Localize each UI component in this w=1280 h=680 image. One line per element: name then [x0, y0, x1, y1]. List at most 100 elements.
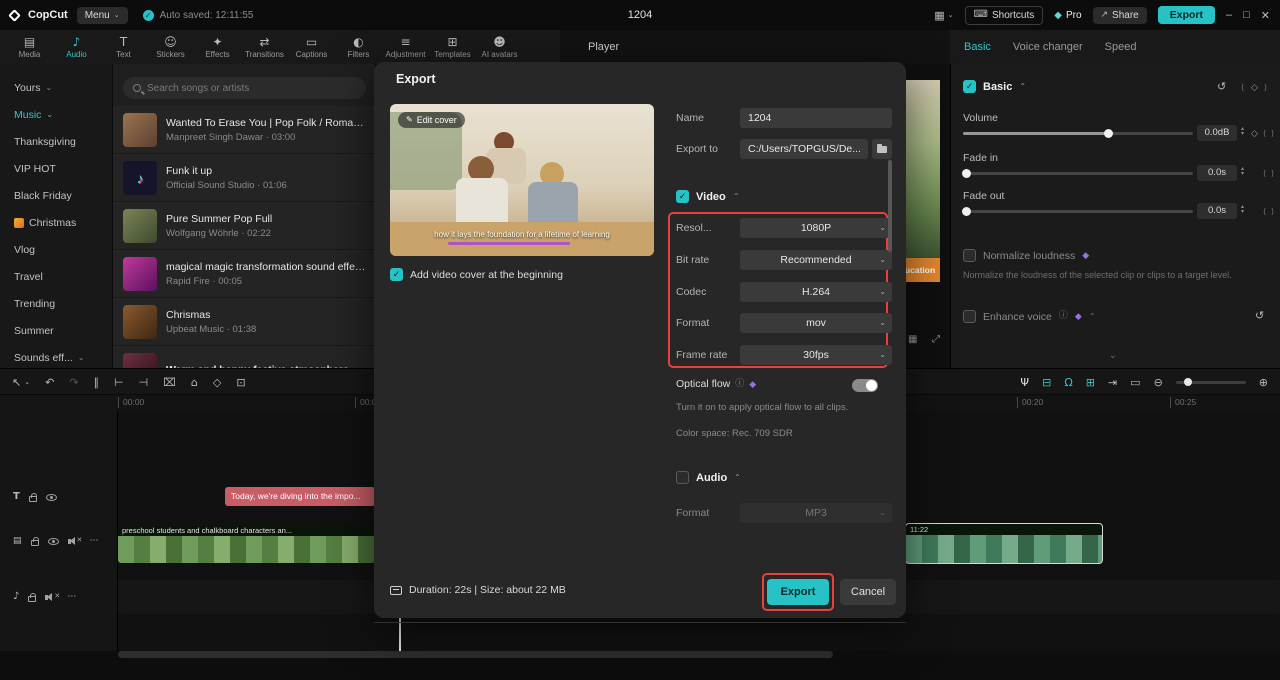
song-row[interactable]: Chrismas Upbeat Music · 01:38: [113, 298, 375, 346]
fullscreen-icon[interactable]: ⤢: [932, 335, 940, 345]
tool-captions[interactable]: ▭ Captions: [288, 30, 335, 64]
tool-templates[interactable]: ⊞ Templates: [429, 30, 476, 64]
reset-icon[interactable]: ↺: [1217, 81, 1226, 92]
enhance-voice-checkbox[interactable]: [963, 310, 976, 323]
delete-left-icon[interactable]: ⊢: [114, 377, 124, 388]
fade-in-slider[interactable]: [962, 169, 1193, 178]
redo-icon[interactable]: ↷: [69, 377, 78, 388]
name-input[interactable]: [740, 108, 892, 128]
volume-slider-handle[interactable]: [1104, 129, 1113, 138]
tool-transitions[interactable]: ⇄ Transitions: [241, 30, 288, 64]
browse-folder-button[interactable]: [872, 139, 892, 159]
sidebar-item-music[interactable]: Music ⌄: [0, 101, 112, 128]
lock-icon[interactable]: [28, 492, 37, 502]
menu-button[interactable]: Menu ⌄: [76, 6, 128, 24]
aspect-ratio-icon[interactable]: ▦: [908, 335, 917, 345]
song-thumbnail[interactable]: [123, 256, 157, 291]
dialog-scrollbar[interactable]: [888, 160, 892, 252]
song-row[interactable]: Pure Summer Pop Full Wolfgang Wöhrle · 02…: [113, 202, 375, 250]
keyframe-icon[interactable]: ◇: [1251, 82, 1258, 93]
scrollbar-thumb[interactable]: [118, 651, 833, 658]
codec-dropdown[interactable]: H.264 ⌄: [740, 282, 892, 302]
song-thumbnail[interactable]: [123, 352, 157, 368]
timeline-zoom-slider[interactable]: [1175, 378, 1246, 386]
audio-format-dropdown[interactable]: MP3 ⌄: [740, 503, 892, 523]
collapse-icon[interactable]: ⌃: [1019, 82, 1026, 91]
sidebar-item-vip-hot[interactable]: VIP HOT: [0, 155, 112, 182]
mic-record-icon[interactable]: Ψ: [1020, 377, 1029, 388]
export-path-input[interactable]: [740, 139, 868, 159]
mask-icon[interactable]: ⌂: [191, 377, 198, 388]
snap-edge-icon[interactable]: ⇥: [1108, 377, 1117, 388]
visibility-eye-icon[interactable]: [47, 537, 59, 545]
topbar-export-button[interactable]: Export: [1157, 6, 1215, 24]
select-tool[interactable]: ↖ ⌄: [12, 377, 30, 388]
scroll-more-icon[interactable]: ⌄: [1109, 352, 1117, 361]
prev-keyframe-icon[interactable]: ⟨: [1241, 83, 1244, 92]
tool-effects[interactable]: ✦ Effects: [194, 30, 241, 64]
volume-stepper[interactable]: ▴ ▾: [1241, 126, 1244, 137]
sidebar-item-travel[interactable]: Travel: [0, 263, 112, 290]
export-confirm-button[interactable]: Export: [767, 579, 829, 605]
prev-keyframe-icon[interactable]: ⟨: [1263, 169, 1266, 178]
optical-flow-toggle[interactable]: [852, 379, 878, 392]
minimize-button[interactable]: –: [1226, 9, 1232, 21]
tool-text[interactable]: T Text: [100, 30, 147, 64]
tab-basic[interactable]: Basic: [964, 41, 991, 53]
magnet-snap-icon[interactable]: Ω: [1064, 377, 1072, 388]
fade-in-stepper[interactable]: ▴ ▾: [1241, 166, 1244, 177]
song-row[interactable]: Wanted To Erase You | Pop Folk / Romanti…: [113, 106, 375, 154]
tool-stickers[interactable]: ☺ Stickers: [147, 30, 194, 64]
fade-in-value[interactable]: 0.0s: [1197, 165, 1237, 181]
share-button[interactable]: ↗ Share: [1092, 6, 1147, 24]
layout-switcher[interactable]: ▦ ⌄: [934, 10, 953, 21]
video-clip-selected[interactable]: 11:22: [905, 523, 1103, 564]
timeline-horizontal-scrollbar[interactable]: [118, 651, 1280, 658]
video-preview[interactable]: [905, 80, 940, 258]
visibility-eye-icon[interactable]: [45, 493, 57, 501]
song-thumbnail[interactable]: [123, 208, 157, 243]
sidebar-item-black-friday[interactable]: Black Friday: [0, 182, 112, 209]
tool-adjustment[interactable]: ≡ Adjustment: [382, 30, 429, 64]
framerate-dropdown[interactable]: 30fps ⌄: [740, 345, 892, 365]
tab-speed[interactable]: Speed: [1105, 41, 1137, 53]
fade-out-stepper[interactable]: ▴ ▾: [1241, 204, 1244, 215]
collapse-icon[interactable]: ⌃: [733, 192, 740, 201]
next-keyframe-icon[interactable]: ⟩: [1271, 207, 1274, 216]
zoom-in-icon[interactable]: ⊕: [1259, 377, 1268, 388]
keyframe-icon[interactable]: ◇: [1251, 128, 1258, 139]
timeline-zoom-handle[interactable]: [1183, 378, 1192, 386]
fade-out-slider[interactable]: [962, 207, 1193, 216]
song-thumbnail[interactable]: [123, 304, 157, 339]
lock-icon[interactable]: [30, 536, 39, 546]
sidebar-item-summer[interactable]: Summer: [0, 317, 112, 344]
chroma-key-icon[interactable]: ◇: [213, 377, 221, 388]
sidebar-item-sound-effects[interactable]: Sounds eff... ⌄: [0, 344, 112, 371]
preview-axis-icon[interactable]: ▭: [1130, 377, 1140, 388]
split-icon[interactable]: ∥: [94, 377, 100, 388]
tool-filters[interactable]: ◐ Filters: [335, 30, 382, 64]
basic-section-checkbox[interactable]: ✓: [963, 80, 976, 93]
sidebar-item-thanksgiving[interactable]: Thanksgiving: [0, 128, 112, 155]
volume-value[interactable]: 0.0dB: [1197, 125, 1237, 141]
sidebar-item-vlog[interactable]: Vlog: [0, 236, 112, 263]
sidebar-item-trending[interactable]: Trending: [0, 290, 112, 317]
delete-right-icon[interactable]: ⊣: [139, 377, 149, 388]
cover-preview[interactable]: ✎ Edit cover how it lays the foundation …: [390, 104, 654, 256]
fade-out-value[interactable]: 0.0s: [1197, 203, 1237, 219]
song-thumbnail[interactable]: [123, 112, 157, 147]
next-keyframe-icon[interactable]: ⟩: [1271, 169, 1274, 178]
audio-section-checkbox[interactable]: [676, 471, 689, 484]
close-button[interactable]: ✕: [1261, 9, 1270, 22]
link-clips-icon[interactable]: ⊞: [1086, 377, 1095, 388]
volume-slider[interactable]: [963, 129, 1193, 138]
search-box[interactable]: [123, 77, 366, 99]
next-keyframe-icon[interactable]: ⟩: [1264, 83, 1267, 92]
collapse-icon[interactable]: ⌃: [1089, 312, 1096, 321]
next-keyframe-icon[interactable]: ⟩: [1271, 129, 1274, 138]
mute-speaker-icon[interactable]: ✕: [45, 592, 60, 602]
more-options-icon[interactable]: ⋯: [90, 536, 99, 546]
text-clip[interactable]: Today, we're diving into the impo...: [225, 487, 375, 506]
sidebar-item-christmas[interactable]: Christmas: [0, 209, 112, 236]
edit-cover-button[interactable]: ✎ Edit cover: [398, 112, 465, 128]
